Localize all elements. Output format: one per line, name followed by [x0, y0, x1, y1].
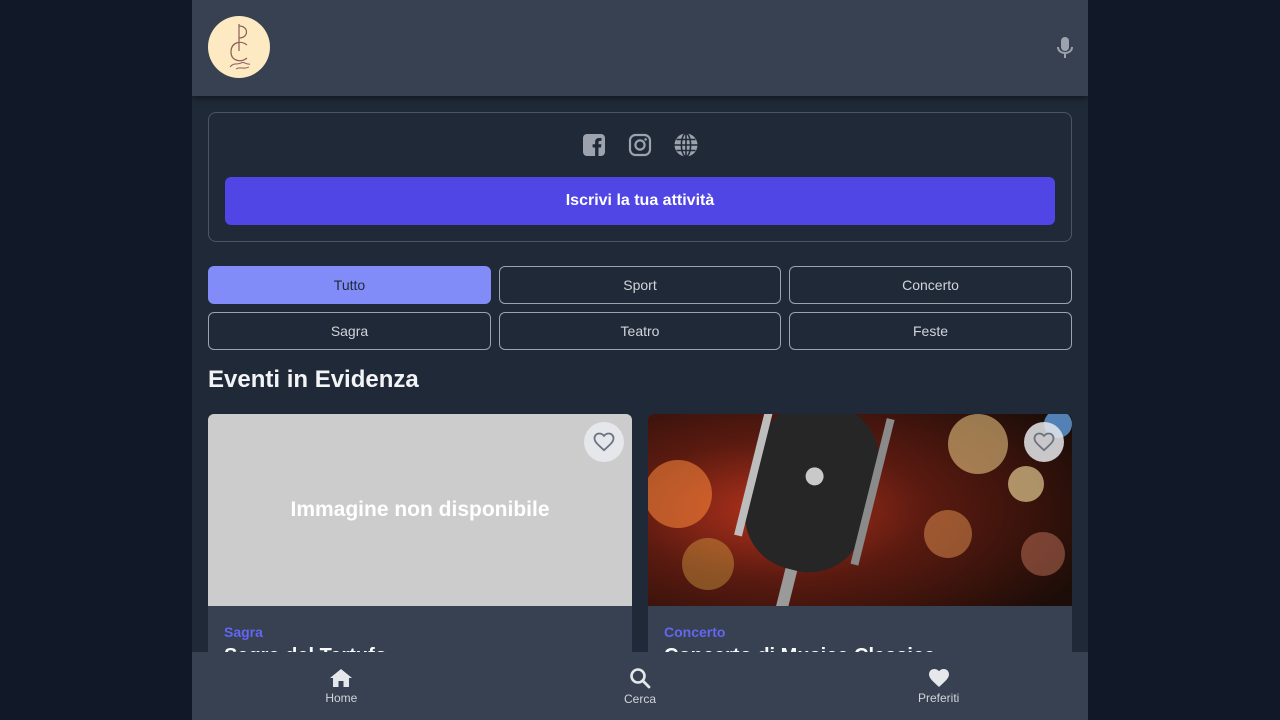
globe-icon[interactable] — [673, 132, 699, 158]
vintage-microphone-photo — [648, 414, 1072, 606]
logo[interactable] — [208, 16, 270, 78]
heart-outline-icon — [593, 432, 615, 452]
filter-sagra[interactable]: Sagra — [208, 312, 491, 350]
event-category: Concerto — [664, 624, 726, 640]
filter-tutto[interactable]: Tutto — [208, 266, 491, 304]
bottom-navigation: Home Cerca Preferiti — [192, 652, 1088, 720]
home-icon — [330, 668, 353, 687]
nav-search[interactable]: Cerca — [491, 652, 790, 720]
nav-favorites-label: Preferiti — [918, 690, 960, 705]
register-business-button[interactable]: Iscrivi la tua attività — [225, 177, 1055, 225]
filter-feste[interactable]: Feste — [789, 312, 1072, 350]
microphone-icon[interactable] — [1056, 36, 1074, 60]
event-category: Sagra — [224, 624, 263, 640]
nav-home-label: Home — [325, 690, 358, 705]
favorite-button[interactable] — [1024, 422, 1064, 462]
filter-sport[interactable]: Sport — [499, 266, 781, 304]
search-icon — [630, 667, 651, 688]
category-filters: Tutto Sport Concerto Sagra Teatro Feste — [208, 266, 1072, 350]
filter-concerto[interactable]: Concerto — [789, 266, 1072, 304]
nav-favorites[interactable]: Preferiti — [789, 652, 1088, 720]
section-title: Eventi in Evidenza — [208, 366, 419, 393]
top-bar — [192, 0, 1088, 96]
favorite-button[interactable] — [584, 422, 624, 462]
nav-home[interactable]: Home — [192, 652, 491, 720]
social-links — [209, 132, 1071, 158]
promo-panel: Iscrivi la tua attività — [208, 112, 1072, 242]
filter-teatro[interactable]: Teatro — [499, 312, 781, 350]
facebook-icon[interactable] — [581, 132, 607, 158]
image-placeholder: Immagine non disponibile — [208, 414, 632, 606]
heart-outline-icon — [1033, 432, 1055, 452]
instagram-icon[interactable] — [627, 132, 653, 158]
image-placeholder-text: Immagine non disponibile — [290, 498, 550, 521]
heart-icon — [928, 668, 949, 687]
app-shell: Iscrivi la tua attività Tutto Sport Conc… — [192, 0, 1088, 720]
pc-monogram-logo-icon — [229, 24, 251, 70]
nav-search-label: Cerca — [624, 691, 657, 706]
